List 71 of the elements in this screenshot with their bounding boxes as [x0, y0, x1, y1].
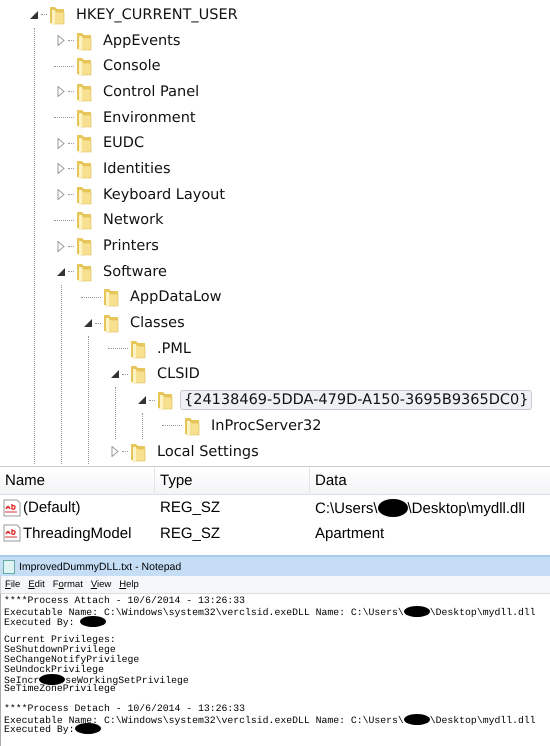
folder-icon	[74, 236, 94, 256]
text-line: SeUndockPrivilege	[4, 664, 104, 674]
folder-icon	[74, 82, 94, 102]
text-line: SeChangeNotifyPrivilege	[4, 654, 140, 665]
text-line: SeTimeZonePrivilege	[4, 684, 116, 694]
redaction-blot	[80, 616, 106, 627]
text-line: SeShutdownPrivilege	[4, 644, 116, 655]
text-line: Executable Name: C:\Windows\system32\verclsid.exeDLL Name: C:\Users\ \Desktop\mydll.dll	[4, 606, 537, 616]
registry-key[interactable]: Identities	[99, 158, 174, 179]
folder-icon	[128, 338, 148, 359]
redaction-blot	[404, 606, 430, 617]
value-name[interactable]: (Default)	[23, 499, 81, 516]
folder-icon	[47, 4, 67, 25]
registry-key[interactable]: .PML	[153, 338, 195, 359]
registry-key[interactable]: HKEY_CURRENT_USER	[72, 4, 242, 25]
text-line: Executable Name: C:\Windows\system32\verclsid.exeDLL Name: C:\Users\ \Desktop\mydll.dll	[4, 714, 537, 724]
registry-key[interactable]: Local Settings	[153, 442, 263, 462]
menu-item[interactable]: Format	[52, 579, 83, 590]
folder-icon	[182, 416, 202, 436]
registry-key[interactable]: Classes	[126, 313, 189, 334]
registry-key[interactable]: CLSID	[153, 364, 204, 384]
text-line: ****Process Detach - 10/6/2014 - 13:26:33	[4, 704, 246, 714]
column-header[interactable]: Type	[155, 467, 310, 494]
value-type: REG_SZ	[159, 499, 222, 516]
text-line: Current Privileges:	[4, 635, 117, 645]
registry-key[interactable]: {24138469-5DDA-479D-A150-3695B9365DC0}	[180, 390, 532, 410]
folder-icon	[101, 287, 121, 308]
value-data: Apartment	[314, 524, 386, 542]
menu-item[interactable]: File	[5, 579, 20, 590]
folder-icon	[74, 158, 94, 179]
registry-key[interactable]: InProcServer32	[207, 416, 326, 436]
folder-icon	[128, 364, 148, 384]
registry-key[interactable]: EUDC	[99, 133, 148, 154]
folder-icon	[74, 210, 94, 230]
text-line: ****Process Attach - 10/6/2014 - 13:26:33	[4, 596, 246, 606]
registry-key[interactable]: Network	[99, 210, 168, 230]
value-data: C:\Users\ \Desktop\mydll.dll	[314, 498, 526, 517]
column-header[interactable]: Name	[0, 467, 155, 494]
value-type: REG_SZ	[159, 524, 222, 542]
folder-icon	[74, 56, 94, 76]
folder-icon	[74, 184, 94, 205]
menu-item[interactable]: Edit	[28, 579, 45, 590]
folder-icon	[128, 442, 148, 462]
registry-key[interactable]: Console	[99, 56, 165, 76]
folder-icon	[74, 30, 94, 51]
string-value-icon	[3, 498, 21, 517]
folder-icon	[74, 108, 94, 128]
redaction-blot	[404, 714, 430, 725]
string-value-icon	[3, 524, 21, 542]
registry-key[interactable]: Keyboard Layout	[99, 184, 230, 205]
menu-item[interactable]: Help	[119, 579, 139, 590]
text-line: SeIncr seWorkingSetPrivilege	[4, 674, 190, 684]
window-title: ImprovedDummyDLL.txt - Notepad	[19, 560, 182, 572]
folder-icon	[74, 262, 94, 282]
registry-key[interactable]: Printers	[99, 236, 163, 256]
registry-key[interactable]: Control Panel	[99, 82, 204, 102]
text-line: Executed By:	[4, 616, 547, 626]
value-name[interactable]: ThreadingModel	[23, 524, 132, 542]
registry-key[interactable]: Environment	[99, 108, 200, 128]
folder-icon	[74, 133, 94, 154]
registry-key[interactable]: AppEvents	[99, 30, 184, 51]
folder-icon	[101, 313, 121, 334]
redaction-blot	[39, 674, 66, 686]
redaction-blot	[378, 498, 408, 517]
registry-key[interactable]: AppDataLow	[126, 287, 226, 308]
notepad-icon	[3, 560, 15, 574]
registry-key[interactable]: Software	[99, 262, 171, 282]
menu-item[interactable]: View	[90, 579, 112, 590]
column-header[interactable]: Data	[310, 467, 550, 494]
redaction-blot	[74, 723, 101, 734]
folder-icon	[155, 390, 175, 410]
